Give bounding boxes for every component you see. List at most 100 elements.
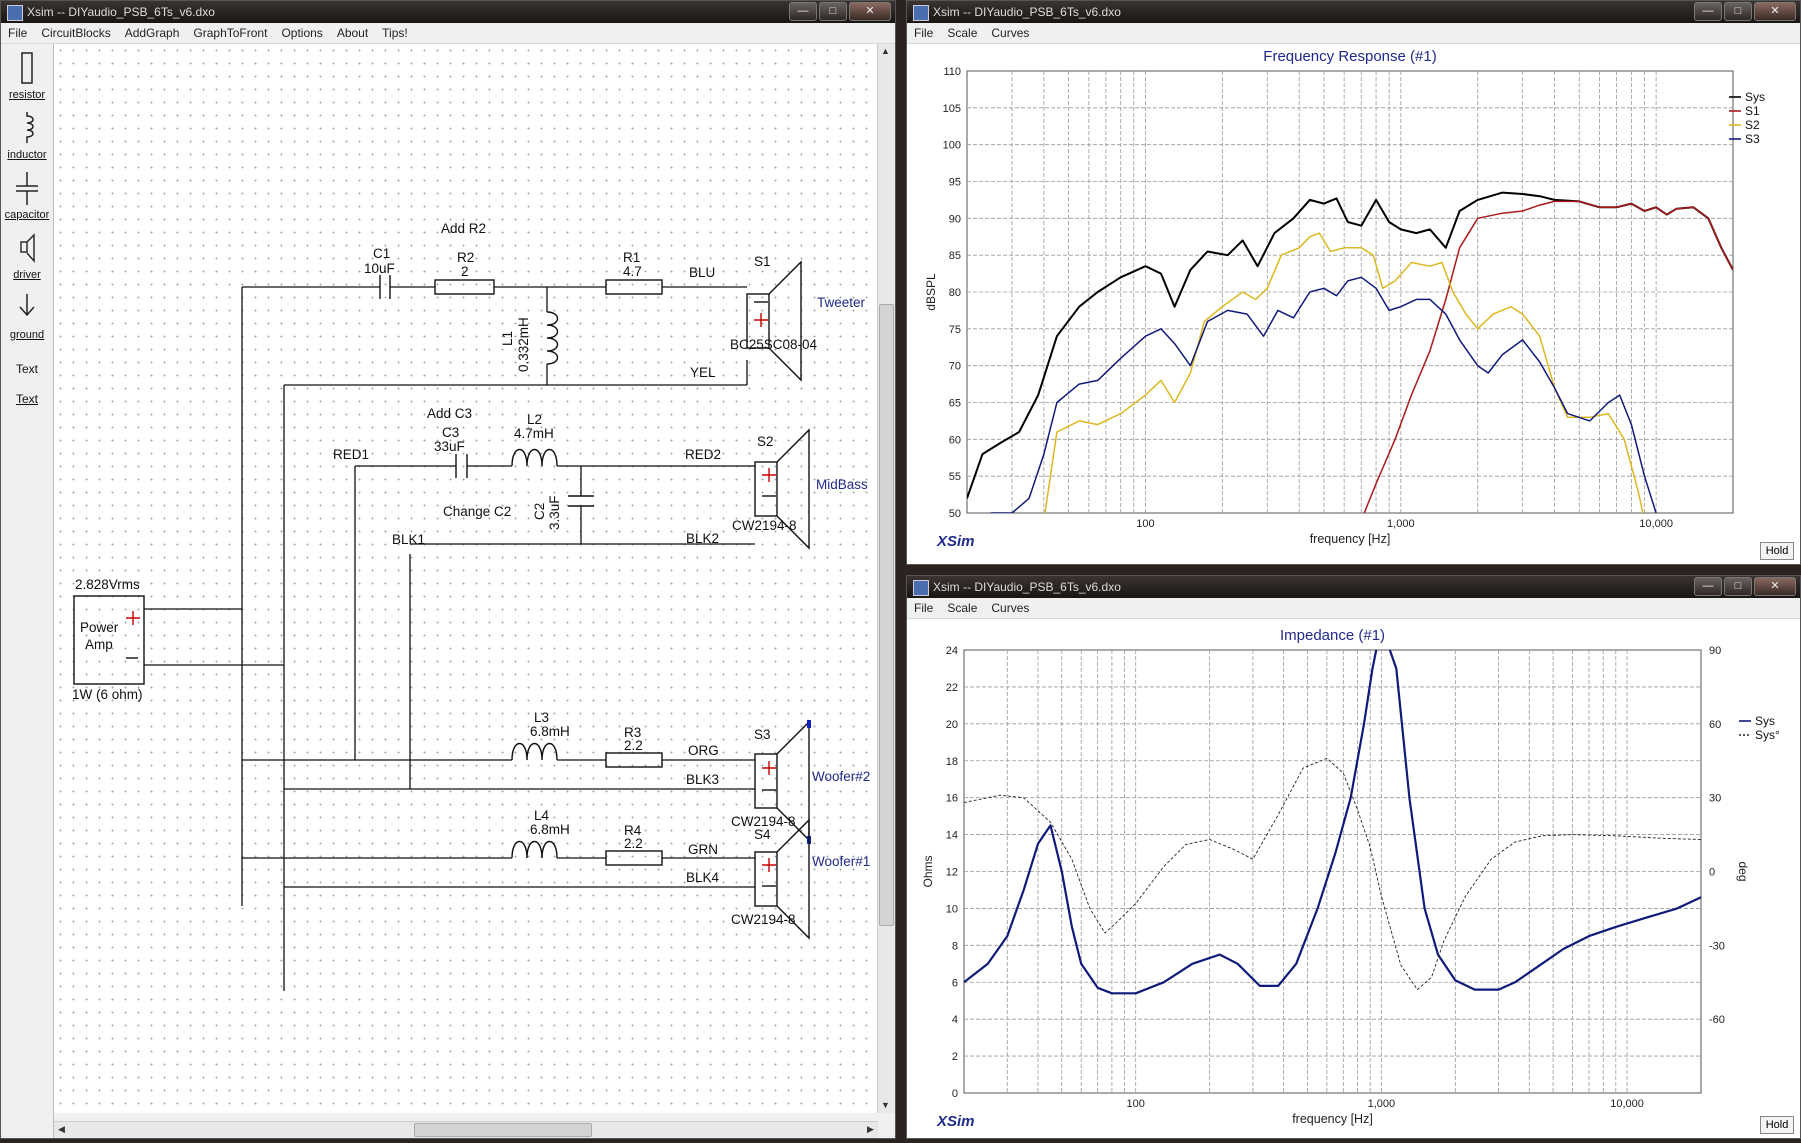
menu-circuitblocks[interactable]: CircuitBlocks: [34, 23, 117, 43]
tool-label: ground: [9, 329, 45, 341]
resistor-r1: [605, 279, 663, 295]
tool-inductor[interactable]: inductor: [1, 110, 53, 161]
y-tick-label: 70: [949, 361, 961, 373]
vertical-scrollbar[interactable]: ▲ ▼: [877, 44, 895, 1113]
frequency-plot-area: 50 55 60 65 70 75 80 85 90 95 100 105 110 100 1,000 10,…: [907, 44, 1800, 564]
app-icon: [7, 5, 23, 21]
inductor-l3: [511, 742, 558, 761]
horizontal-scrollbar[interactable]: ◀ ▶: [54, 1121, 878, 1138]
label-r4-val: 2.2: [624, 836, 643, 851]
label-red2: RED2: [685, 447, 721, 462]
label-l4-val: 6.8mH: [530, 822, 570, 837]
scroll-up-icon[interactable]: ▲: [878, 44, 893, 59]
menu-file[interactable]: File: [1, 23, 34, 43]
x-tick-label: 100: [1127, 1098, 1145, 1110]
menu-addgraph[interactable]: AddGraph: [118, 23, 187, 43]
menu-curves[interactable]: Curves: [984, 23, 1036, 43]
menu-file[interactable]: File: [907, 23, 940, 43]
impedance-titlebar[interactable]: Xsim -- DIYaudio_PSB_6Ts_v6.dxo — □ ✕: [907, 576, 1800, 598]
close-icon[interactable]: ✕: [1754, 2, 1796, 21]
scroll-left-icon[interactable]: ◀: [54, 1122, 69, 1137]
inductor-l2: [511, 448, 558, 467]
label-l4: L4: [534, 808, 550, 823]
label-blk1: BLK1: [392, 532, 425, 547]
menu-file[interactable]: File: [907, 598, 940, 618]
menu-curves[interactable]: Curves: [984, 598, 1036, 618]
label-r3-val: 2.2: [624, 738, 643, 753]
close-icon[interactable]: ✕: [1754, 577, 1796, 596]
scroll-down-icon[interactable]: ▼: [878, 1098, 893, 1113]
label-blk2: BLK2: [686, 531, 719, 546]
window-title: Xsim -- DIYaudio_PSB_6Ts_v6.dxo: [27, 5, 215, 19]
maximize-icon[interactable]: □: [1724, 2, 1752, 21]
y2-tick-label: -60: [1709, 1014, 1725, 1026]
label-c2-val: 3.3uF: [547, 495, 562, 530]
minimize-icon[interactable]: —: [1694, 577, 1722, 596]
y-tick-label: 75: [949, 324, 961, 336]
y-tick-label: 22: [946, 682, 958, 694]
tool-text[interactable]: Text: [1, 362, 53, 376]
label-vrms: 2.828Vrms: [75, 577, 140, 592]
schematic-labels: Add R2 C1 10uF R2 2 R1 4.7 BLU S1 Tweete…: [72, 221, 870, 927]
schematic-titlebar[interactable]: Xsim -- DIYaudio_PSB_6Ts_v6.dxo — □ ✕: [1, 1, 895, 23]
impedance-plot-area: 0 2 4 6 8 10 12 14 16 18 20 22 24 -60 -30 0 30 60 90 100 1,0…: [907, 619, 1800, 1138]
minimize-icon[interactable]: —: [789, 2, 817, 21]
tool-resistor[interactable]: resistor: [1, 50, 53, 101]
label-bc: BC25SC08-04: [730, 337, 818, 352]
menu-graphtofront[interactable]: GraphToFront: [186, 23, 274, 43]
close-icon[interactable]: ✕: [849, 2, 891, 21]
x-tick-label: 1,000: [1387, 518, 1415, 530]
y-tick-label: 8: [952, 940, 958, 952]
label-l2-val: 4.7mH: [514, 426, 554, 441]
scroll-thumb[interactable]: [879, 304, 894, 926]
schematic-window: Xsim -- DIYaudio_PSB_6Ts_v6.dxo — □ ✕ Fi…: [0, 0, 896, 1139]
frequency-titlebar[interactable]: Xsim -- DIYaudio_PSB_6Ts_v6.dxo — □ ✕: [907, 1, 1800, 23]
y-axis-label: dBSPL: [924, 273, 938, 311]
minimize-icon[interactable]: —: [1694, 2, 1722, 21]
y-tick-label: 85: [949, 250, 961, 262]
x-axis-label: frequency [Hz]: [1292, 1112, 1373, 1126]
menu-tips[interactable]: Tips!: [375, 23, 415, 43]
inductor-icon: [26, 112, 34, 143]
schematic-canvas[interactable]: Add R2 C1 10uF R2 2 R1 4.7 BLU S1 Tweete…: [54, 44, 878, 1113]
selection-handle[interactable]: [807, 720, 811, 728]
x-tick-label: 10,000: [1639, 518, 1673, 530]
x-axis-label: frequency [Hz]: [1310, 532, 1391, 546]
menu-scale[interactable]: Scale: [940, 598, 984, 618]
inductor-l1: [546, 311, 559, 365]
y-tick-label: 80: [949, 287, 961, 299]
y-tick-label: 12: [946, 867, 958, 879]
y-tick-label: 110: [943, 66, 961, 78]
menu-scale[interactable]: Scale: [940, 23, 984, 43]
tool-label: capacitor: [4, 209, 50, 221]
hold-button[interactable]: Hold: [1760, 542, 1794, 560]
scroll-thumb[interactable]: [414, 1123, 592, 1137]
resistor-r4: [605, 850, 663, 866]
tool-label: resistor: [8, 89, 46, 101]
frequency-window: Xsim -- DIYaudio_PSB_6Ts_v6.dxo — □ ✕ Fi…: [906, 0, 1801, 565]
y-tick-label: 16: [946, 793, 958, 805]
maximize-icon[interactable]: □: [1724, 577, 1752, 596]
menu-options[interactable]: Options: [274, 23, 329, 43]
tool-label: inductor: [7, 149, 47, 161]
wire: [242, 759, 755, 790]
app-icon: [913, 5, 929, 21]
menu-about[interactable]: About: [330, 23, 375, 43]
y2-tick-label: 90: [1709, 645, 1721, 657]
y-tick-label: 65: [949, 398, 961, 410]
tool-ground[interactable]: ground: [1, 290, 53, 341]
y-tick-label: 95: [949, 177, 961, 189]
driver-icon: [20, 233, 35, 263]
label-org: ORG: [688, 743, 719, 758]
scroll-right-icon[interactable]: ▶: [863, 1122, 878, 1137]
tool-driver[interactable]: driver: [1, 230, 53, 281]
tool-capacitor[interactable]: capacitor: [1, 170, 53, 221]
component-palette: resistor inductor capacitor driver groun…: [1, 44, 54, 1138]
y-tick-label: 14: [946, 830, 958, 842]
tool-text-underlined[interactable]: Text: [1, 392, 53, 406]
y-tick-label: 6: [952, 977, 958, 989]
label-l3: L3: [534, 710, 549, 725]
maximize-icon[interactable]: □: [819, 2, 847, 21]
label-change-c2: Change C2: [443, 504, 511, 519]
hold-button[interactable]: Hold: [1760, 1116, 1794, 1134]
